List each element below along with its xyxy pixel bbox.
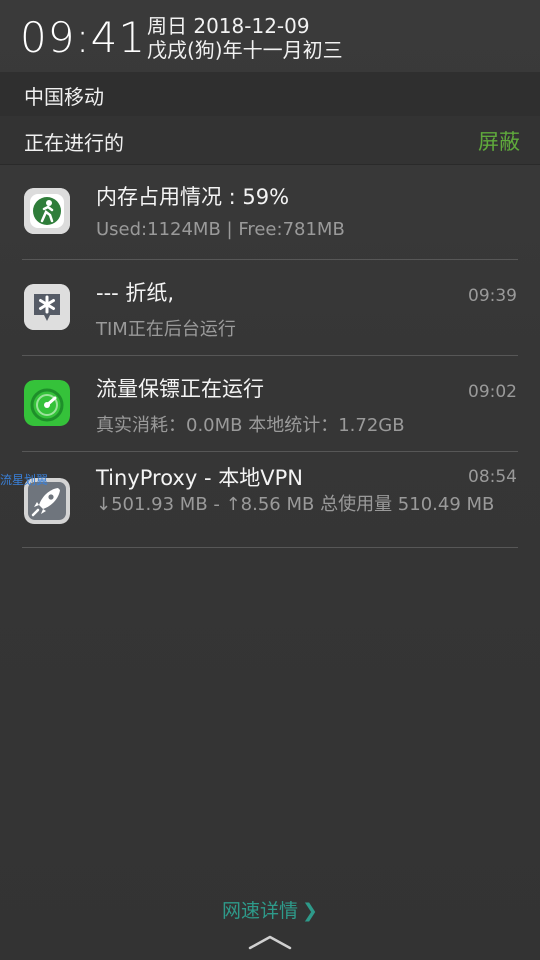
notification-tinyproxy[interactable]: TinyProxy - 本地VPN ↓501.93 MB - ↑8.56 MB … xyxy=(0,453,540,548)
notification-subtitle: Used:1124MB | Free:781MB xyxy=(96,219,345,240)
notification-title: 流量保镖正在运行 xyxy=(96,377,264,401)
memory-cleaner-icon xyxy=(24,188,70,234)
carrier-name: 中国移动 xyxy=(24,85,104,109)
divider xyxy=(22,259,518,260)
notification-time: 08:54 xyxy=(468,467,517,487)
divider xyxy=(22,355,518,356)
mute-button[interactable]: 屏蔽 xyxy=(478,126,520,156)
speedometer-icon xyxy=(24,380,70,426)
divider xyxy=(22,547,518,548)
notification-time: 09:02 xyxy=(468,382,517,402)
ongoing-section-header: 正在进行的 屏蔽 xyxy=(0,116,540,165)
divider xyxy=(22,451,518,452)
section-title: 正在进行的 xyxy=(24,131,124,155)
date-block: 周日 2018-12-09 戊戌(狗)年十一月初三 xyxy=(147,14,343,62)
status-header: 09:41 周日 2018-12-09 戊戌(狗)年十一月初三 xyxy=(0,0,540,72)
notification-title: 内存占用情况 : 59% xyxy=(96,185,290,209)
notification-title: --- 折纸, xyxy=(96,281,175,305)
notification-time: 09:39 xyxy=(468,286,517,306)
chevron-up-icon[interactable] xyxy=(246,930,294,954)
notification-subtitle: 真实消耗：0.0MB 本地统计：1.72GB xyxy=(96,415,405,436)
gregorian-date: 周日 2018-12-09 xyxy=(147,14,310,38)
carrier-row: 中国移动 xyxy=(0,72,540,117)
notification-traffic-guard[interactable]: 流量保镖正在运行 真实消耗：0.0MB 本地统计：1.72GB 09:02 xyxy=(0,357,540,452)
overlay-label: 流星划翼 xyxy=(0,473,49,487)
tim-icon xyxy=(24,284,70,330)
lunar-date: 戊戌(狗)年十一月初三 xyxy=(147,38,343,62)
notification-title: TinyProxy - 本地VPN xyxy=(96,466,303,490)
notification-subtitle: TIM正在后台运行 xyxy=(96,319,236,340)
net-speed-detail-link[interactable]: 网速详情 ❯ xyxy=(0,896,540,923)
clock-time: 09:41 xyxy=(20,13,147,62)
notification-tim[interactable]: --- 折纸, TIM正在后台运行 09:39 xyxy=(0,261,540,356)
net-detail-label: 网速详情 xyxy=(222,900,299,922)
notification-memory[interactable]: 内存占用情况 : 59% Used:1124MB | Free:781MB xyxy=(0,165,540,260)
notification-subtitle: ↓501.93 MB - ↑8.56 MB 总使用量 510.49 MB xyxy=(96,494,495,515)
chevron-right-icon: ❯ xyxy=(302,900,318,922)
